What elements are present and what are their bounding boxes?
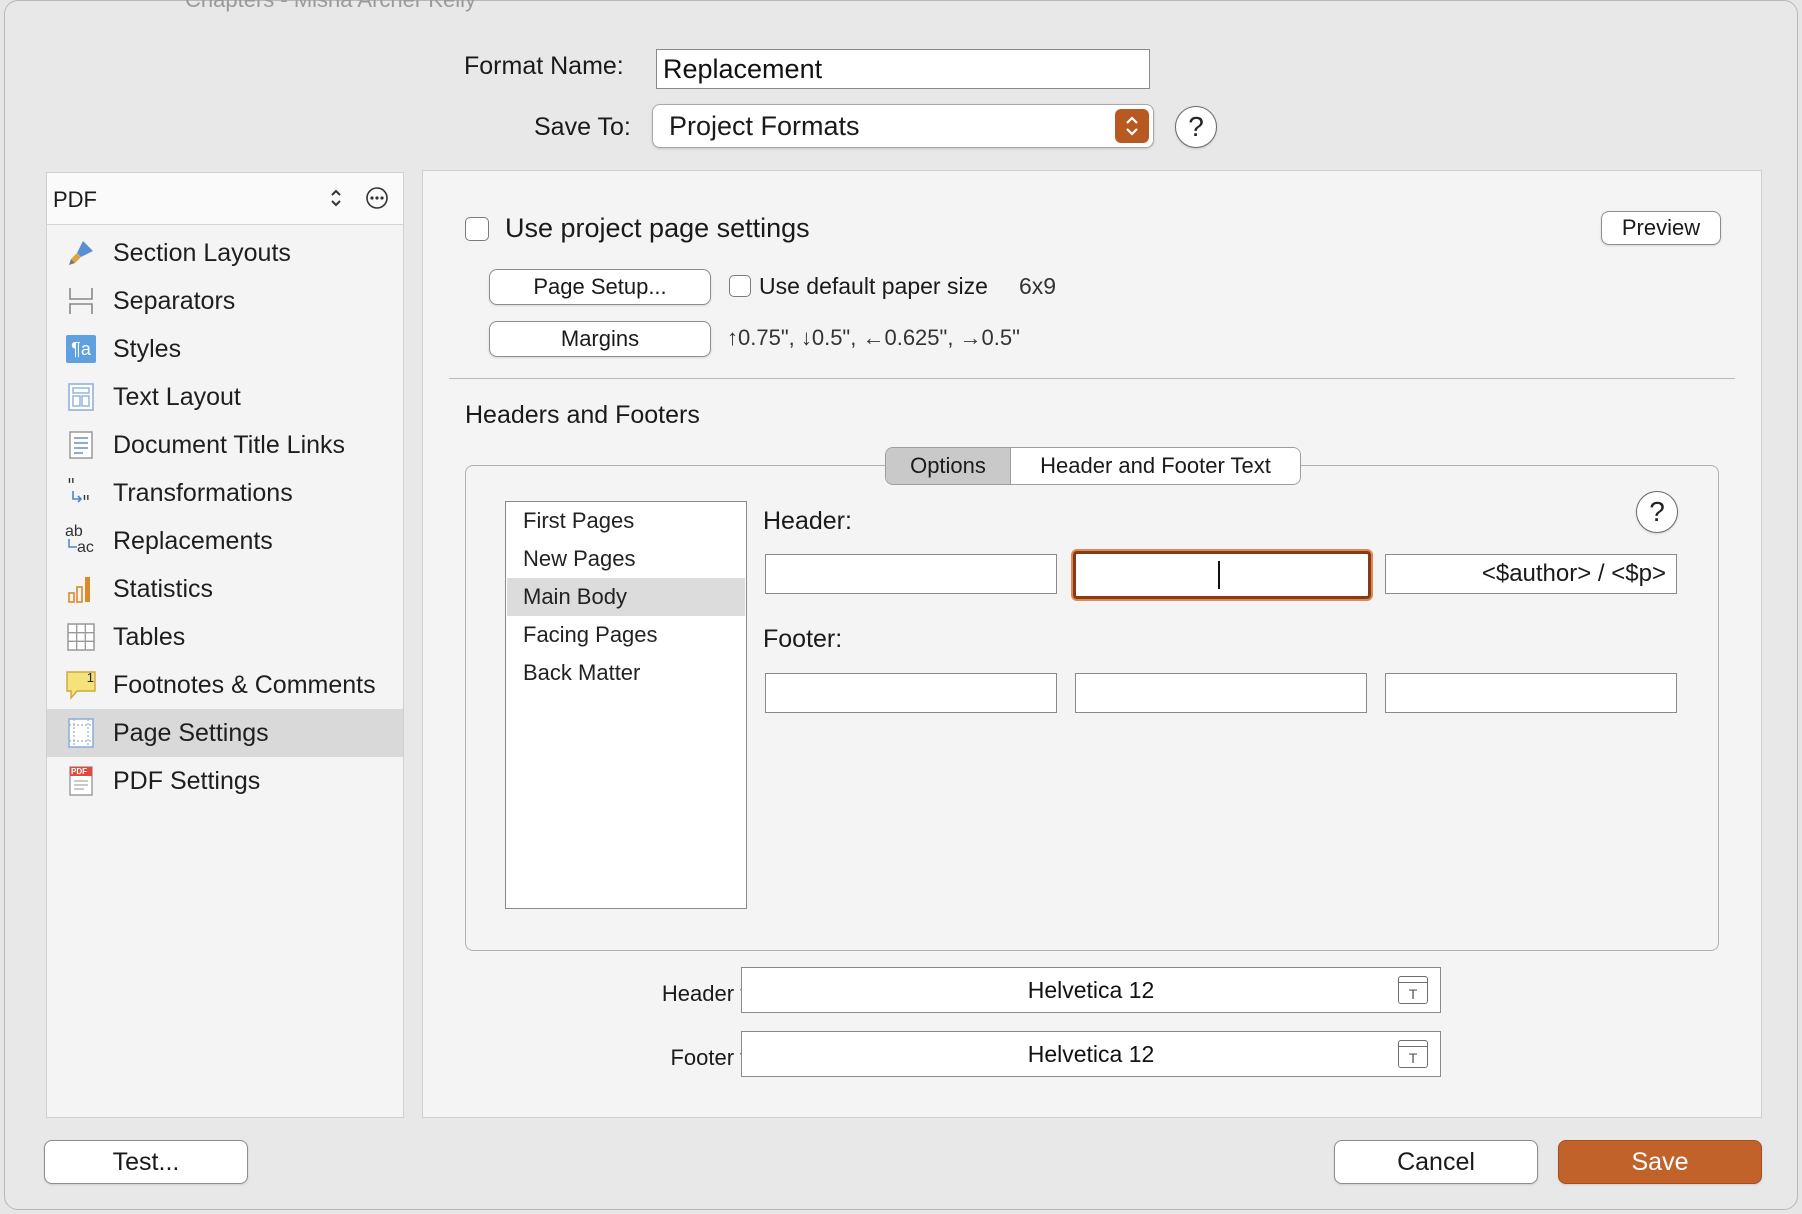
save-to-help-button[interactable]: ? [1175,106,1217,148]
format-name-label: Format Name: [464,52,624,80]
output-type-label: PDF [53,187,97,212]
window-title-ghost: Chapters - Misha Archer Kelly [185,0,476,13]
test-button[interactable]: Test... [44,1140,248,1184]
list-item-first-pages[interactable]: First Pages [507,502,745,540]
text-layout-icon [65,381,97,413]
popup-arrows-icon [1115,109,1149,143]
list-item-back-matter[interactable]: Back Matter [507,654,745,692]
sidebar-item-document-title-links[interactable]: Document Title Links [47,421,403,469]
format-name-input[interactable]: Replacement [656,49,1150,89]
paintbrush-icon [65,237,97,269]
font-picker-icon[interactable]: T [1398,976,1428,1004]
paper-size-value: 6x9 [1019,273,1057,299]
sidebar-item-label: Tables [113,622,186,651]
text-cursor [1218,561,1220,589]
sidebar-item-styles[interactable]: ¶a Styles [47,325,403,373]
sidebar-item-label: Section Layouts [113,238,291,267]
output-type-selector[interactable]: PDF [47,173,403,225]
use-default-paper-size-label: Use default paper size [759,273,988,299]
header-left-field[interactable] [765,554,1057,594]
footer-label: Footer: [763,625,843,653]
page-settings-icon [65,717,97,749]
sidebar-item-section-layouts[interactable]: Section Layouts [47,229,403,277]
footer-center-field[interactable] [1075,673,1367,713]
list-item-facing-pages[interactable]: Facing Pages [507,616,745,654]
header-center-field[interactable] [1073,551,1371,599]
font-picker-icon[interactable]: T [1398,1040,1428,1068]
sidebar-item-label: Document Title Links [113,430,346,459]
transformations-icon: " " [65,477,97,509]
header-right-field[interactable]: <$author> / <$p> [1385,554,1677,594]
headers-footers-help-button[interactable]: ? [1636,491,1678,533]
sidebar-item-tables[interactable]: Tables [47,613,403,661]
list-item-main-body[interactable]: Main Body [507,578,745,616]
margins-value: ↑0.75", ↓0.5", ←0.625", →0.5" [727,325,1020,350]
sidebar-item-label: Replacements [113,526,273,555]
chevron-updown-icon[interactable] [329,187,343,214]
sidebar-item-label: Text Layout [113,382,241,411]
save-to-value: Project Formats [669,110,860,141]
sidebar-item-separators[interactable]: Separators [47,277,403,325]
sidebar-item-label: PDF Settings [113,766,261,795]
preview-button[interactable]: Preview [1601,211,1721,245]
footer-left-field[interactable] [765,673,1057,713]
bar-chart-icon [65,573,97,605]
sidebar-item-label: Separators [113,286,236,315]
sidebar-item-statistics[interactable]: Statistics [47,565,403,613]
footer-font-value: Helvetica 12 [1027,1040,1155,1067]
footer-right-field[interactable] [1385,673,1677,713]
footer-font-field[interactable]: Helvetica 12 T [741,1031,1441,1077]
sidebar-item-label: Styles [113,334,182,363]
sidebar: PDF Section Layouts Separators ¶a Styles… [46,172,404,1118]
margins-button[interactable]: Margins [489,321,711,357]
sidebar-item-label: Transformations [113,478,293,507]
sidebar-item-label: Footnotes & Comments [113,670,376,699]
tab-header-footer-text[interactable]: Header and Footer Text [1010,448,1300,484]
sidebar-item-label: Page Settings [113,718,269,747]
footnote-icon: 1 [65,669,97,701]
headers-footers-tabs: Options Header and Footer Text [885,447,1301,485]
cancel-button[interactable]: Cancel [1334,1140,1538,1184]
table-icon [65,621,97,653]
svg-text:": " [82,492,90,509]
more-options-icon[interactable] [365,186,389,215]
document-icon [65,429,97,461]
sidebar-item-text-layout[interactable]: Text Layout [47,373,403,421]
sidebar-item-footnotes-comments[interactable]: 1 Footnotes & Comments [47,661,403,709]
page-settings-panel: Use project page settings Preview Page S… [422,170,1762,1118]
save-to-popup[interactable]: Project Formats [652,104,1154,148]
pdf-icon: PDF [65,765,97,797]
use-project-page-settings-checkbox[interactable] [465,217,489,241]
headers-footers-title: Headers and Footers [465,401,700,429]
section-divider [449,378,1735,379]
replacements-icon: ab ac [65,523,94,556]
sidebar-item-replacements[interactable]: ab ac Replacements [47,517,403,565]
use-default-paper-size-checkbox[interactable] [729,275,751,297]
save-button[interactable]: Save [1558,1140,1762,1184]
header-font-value: Helvetica 12 [1027,976,1155,1003]
sidebar-item-page-settings[interactable]: Page Settings [47,709,403,757]
header-font-field[interactable]: Helvetica 12 T [741,967,1441,1013]
use-project-page-settings-label: Use project page settings [505,213,810,243]
page-setup-button[interactable]: Page Setup... [489,269,711,305]
separator-icon [65,285,97,317]
page-type-list: First Pages New Pages Main Body Facing P… [505,501,747,909]
header-label: Header: [763,507,852,535]
sidebar-item-pdf-settings[interactable]: PDF PDF Settings [47,757,403,805]
save-to-label: Save To: [534,113,631,141]
sidebar-item-transformations[interactable]: " " Transformations [47,469,403,517]
list-item-new-pages[interactable]: New Pages [507,540,745,578]
styles-icon: ¶a [65,333,97,365]
sidebar-item-label: Statistics [113,574,214,603]
tab-options[interactable]: Options [886,448,1010,484]
svg-text:": " [67,477,75,496]
